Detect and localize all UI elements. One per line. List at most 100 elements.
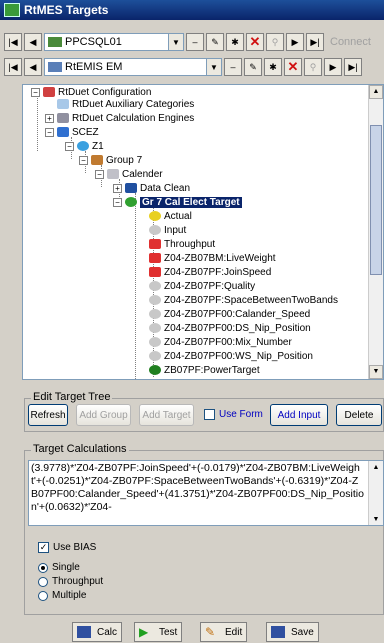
database-toolbar: |◀ ◀ RtEMIS EM ▼ – ✎ ✱ ✕ ⚲ ▶ ▶| bbox=[4, 56, 362, 78]
server-icon bbox=[48, 37, 62, 47]
scroll-up-icon[interactable]: ▲ bbox=[369, 85, 383, 99]
last-record-icon[interactable]: ▶| bbox=[306, 33, 324, 51]
delete-icon[interactable]: ✕ bbox=[246, 33, 264, 51]
add-group-button[interactable]: Add Group bbox=[76, 404, 131, 426]
add-input-button[interactable]: Add Input bbox=[270, 404, 328, 426]
radio-throughput[interactable]: Throughput bbox=[38, 576, 103, 587]
calculation-text: (3.9778)*'Z04-ZB07PF:JoinSpeed'+(-0.0179… bbox=[31, 462, 364, 513]
minus-icon[interactable]: – bbox=[224, 58, 242, 76]
tree-node[interactable]: Z04-ZB07PF:JoinSpeed bbox=[149, 265, 271, 279]
target-tree[interactable]: − RtDuet Configuration RtDuet Auxiliary … bbox=[22, 84, 384, 380]
app-icon bbox=[4, 3, 20, 17]
star-icon[interactable]: ✱ bbox=[264, 58, 282, 76]
tree-node[interactable]: Throughput bbox=[149, 237, 215, 251]
radio-single-button[interactable] bbox=[38, 562, 48, 573]
globe-icon bbox=[77, 141, 89, 151]
tree-node[interactable]: Z04-ZB07PF00:WS_Nip_Position bbox=[149, 349, 313, 363]
database-combo[interactable]: RtEMIS EM ▼ bbox=[44, 58, 222, 76]
collapse-icon[interactable]: − bbox=[31, 87, 40, 97]
previous-record-icon[interactable]: ◀ bbox=[24, 33, 42, 51]
calculator-icon bbox=[77, 626, 91, 638]
tag-icon bbox=[149, 295, 161, 305]
power-target-icon bbox=[149, 365, 161, 375]
server-combo[interactable]: PPCSQL01 ▼ bbox=[44, 33, 184, 51]
play-icon: ▶ bbox=[139, 625, 149, 639]
tree-node[interactable]: Z04-ZB07PF00:Calander_Speed bbox=[149, 307, 310, 321]
test-button[interactable]: ▶ Test bbox=[134, 622, 183, 642]
use-bias-checkbox[interactable]: ✓ Use BIAS bbox=[38, 542, 96, 553]
tag-icon bbox=[149, 323, 161, 333]
calc-button[interactable]: Calc bbox=[72, 622, 123, 642]
delete-button[interactable]: Delete bbox=[336, 404, 382, 426]
target-calculations-title: Target Calculations bbox=[31, 443, 129, 455]
save-button[interactable]: Save bbox=[266, 622, 319, 642]
tree-node[interactable]: Z04-ZB07PF:Quality bbox=[149, 279, 255, 293]
tree-node[interactable]: ZB07PF:PowerTarget bbox=[149, 363, 260, 377]
first-record-icon[interactable]: |◀ bbox=[4, 33, 22, 51]
database-combo-value: RtEMIS EM bbox=[65, 61, 123, 73]
collapse-icon[interactable]: − bbox=[79, 155, 88, 165]
edit-button[interactable]: ✎ Edit bbox=[200, 622, 248, 642]
next-record-icon[interactable]: ▶ bbox=[324, 58, 342, 76]
refresh-button[interactable]: Refresh bbox=[28, 404, 68, 426]
collapse-icon[interactable]: − bbox=[113, 197, 122, 207]
first-record-icon[interactable]: |◀ bbox=[4, 58, 22, 76]
previous-record-icon[interactable]: ◀ bbox=[24, 58, 42, 76]
tree-node[interactable]: RtDuet Auxiliary Categories bbox=[57, 97, 194, 111]
expand-icon[interactable]: + bbox=[45, 113, 54, 123]
tag-icon bbox=[149, 253, 161, 263]
tree-node-selected[interactable]: − Gr 7 Cal Elect Target bbox=[113, 195, 242, 209]
star-icon[interactable]: ✱ bbox=[226, 33, 244, 51]
tag-icon bbox=[149, 351, 161, 361]
collapse-icon[interactable]: − bbox=[95, 169, 104, 179]
tree-node[interactable]: − Calender bbox=[95, 167, 163, 181]
search-icon[interactable]: ⚲ bbox=[304, 58, 322, 76]
gear-icon bbox=[107, 169, 119, 179]
tree-node[interactable]: Z04-ZB07PF00:DS_Nip_Position bbox=[149, 321, 311, 335]
tree-node[interactable]: Input bbox=[149, 223, 186, 237]
configuration-icon bbox=[43, 87, 55, 97]
search-icon[interactable]: ⚲ bbox=[266, 33, 284, 51]
radio-multiple-button[interactable] bbox=[38, 590, 48, 601]
scroll-thumb[interactable] bbox=[370, 125, 382, 275]
scroll-up-icon[interactable]: ▲ bbox=[369, 461, 383, 473]
tree-node[interactable]: Actual bbox=[149, 209, 192, 223]
tree-node[interactable]: + Data Clean bbox=[113, 181, 190, 195]
use-bias-box[interactable]: ✓ bbox=[38, 542, 49, 553]
tree-node[interactable]: Z04-ZB07PF:SpaceBetweenTwoBands bbox=[149, 293, 338, 307]
data-clean-icon bbox=[125, 183, 137, 193]
minus-icon[interactable]: – bbox=[186, 33, 204, 51]
tree-node[interactable]: Z04-ZB07PF00:Mix_Number bbox=[149, 335, 292, 349]
chevron-down-icon[interactable]: ▼ bbox=[206, 59, 221, 75]
scroll-down-icon[interactable]: ▼ bbox=[369, 513, 383, 525]
tree-node[interactable]: + RtDuet Calculation Engines bbox=[45, 111, 194, 125]
collapse-icon[interactable]: − bbox=[65, 141, 74, 151]
tree-node[interactable]: − Group 7 bbox=[79, 153, 142, 167]
scroll-down-icon[interactable]: ▼ bbox=[369, 365, 383, 379]
chevron-down-icon[interactable]: ▼ bbox=[168, 34, 183, 50]
connect-button[interactable]: Connect bbox=[330, 36, 371, 48]
use-form-box[interactable] bbox=[204, 409, 215, 420]
target-icon bbox=[125, 197, 137, 207]
radio-single[interactable]: Single bbox=[38, 562, 80, 573]
add-target-button[interactable]: Add Target bbox=[139, 404, 194, 426]
radio-multiple[interactable]: Multiple bbox=[38, 590, 86, 601]
server-toolbar: |◀ ◀ PPCSQL01 ▼ – ✎ ✱ ✕ ⚲ ▶ ▶| Connect bbox=[4, 31, 371, 53]
edit-icon[interactable]: ✎ bbox=[206, 33, 224, 51]
tree-node[interactable]: − Z1 bbox=[65, 139, 104, 153]
folder-icon bbox=[91, 155, 103, 165]
calc-scrollbar[interactable]: ▲ ▼ bbox=[368, 461, 383, 525]
floppy-disk-icon bbox=[271, 626, 285, 638]
tree-node[interactable]: − SCEZ bbox=[45, 125, 99, 139]
last-record-icon[interactable]: ▶| bbox=[344, 58, 362, 76]
tree-node[interactable]: Z04-ZB07BM:LiveWeight bbox=[149, 251, 276, 265]
delete-icon[interactable]: ✕ bbox=[284, 58, 302, 76]
edit-icon[interactable]: ✎ bbox=[244, 58, 262, 76]
next-record-icon[interactable]: ▶ bbox=[286, 33, 304, 51]
expand-icon[interactable]: + bbox=[113, 183, 122, 193]
use-form-checkbox[interactable]: Use Form bbox=[204, 409, 263, 420]
tree-scrollbar[interactable]: ▲ ▼ bbox=[368, 85, 383, 379]
radio-throughput-button[interactable] bbox=[38, 576, 48, 587]
collapse-icon[interactable]: − bbox=[45, 127, 54, 137]
calculation-textbox[interactable]: (3.9778)*'Z04-ZB07PF:JoinSpeed'+(-0.0179… bbox=[28, 460, 384, 526]
